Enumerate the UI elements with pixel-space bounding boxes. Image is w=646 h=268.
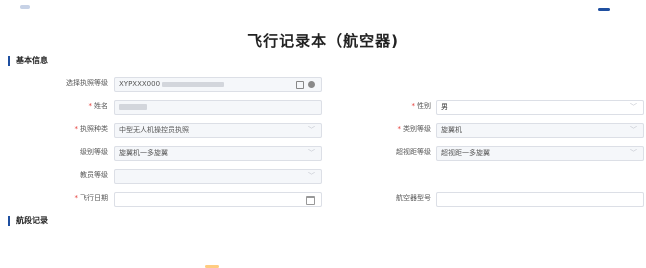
bvlos-level-select[interactable]: 超视距一多旋翼 ﹀ [436,146,644,161]
aircraft-model-input[interactable] [436,192,644,207]
class-level-select[interactable]: 旋翼机一多旋翼 ﹀ [114,146,322,161]
masked-name [119,104,147,110]
license-level-field[interactable]: XYPXXX000 [114,77,322,92]
section-flight-segment: 航段记录 [8,215,48,226]
gender-label: * 性别 [411,102,432,110]
bvlos-level-label: 超视距等级 [396,148,431,156]
section-title-basic-info: 基本信息 [16,56,48,65]
section-title-flight-segment: 航段记录 [16,216,48,225]
chevron-down-icon: ﹀ [630,103,637,111]
category-level-label: * 类别等级 [397,125,432,133]
license-type-label: * 执照种类 [74,125,109,133]
license-type-select[interactable]: 中型无人机操控员执照 ﹀ [114,123,322,138]
aircraft-model-label: 航空器型号 [396,194,431,202]
top-right-mark [598,8,610,11]
clear-icon[interactable] [308,81,315,88]
bvlos-level-value: 超视距一多旋翼 [441,149,490,157]
section-bar [8,215,10,226]
required-mark: * [74,125,79,133]
name-label: * 姓名 [88,102,109,110]
required-mark: * [88,102,93,110]
class-level-value: 旋翼机一多旋翼 [119,149,168,157]
flight-date-picker[interactable] [114,192,322,207]
gender-select[interactable]: 男 ﹀ [436,100,644,115]
license-level-label: 选择执照等级 [66,79,108,87]
gender-value: 男 [441,103,448,111]
class-level-label: 级别等级 [80,148,108,156]
chevron-down-icon: ﹀ [630,126,637,134]
instructor-level-select[interactable]: ﹀ [114,169,322,184]
category-level-select[interactable]: 旋翼机 ﹀ [436,123,644,138]
flight-date-label: * 飞行日期 [74,194,109,202]
name-field[interactable] [114,100,322,115]
license-type-value: 中型无人机操控员执照 [119,126,189,134]
top-left-mark [20,5,30,9]
masked-value [162,81,225,87]
required-mark: * [411,102,416,110]
edit-icon[interactable] [296,81,304,89]
calendar-icon[interactable] [306,196,315,205]
chevron-down-icon: ﹀ [308,126,315,134]
chevron-down-icon: ﹀ [308,149,315,157]
chevron-down-icon: ﹀ [630,149,637,157]
required-mark: * [74,194,79,202]
section-bar [8,55,10,66]
category-level-value: 旋翼机 [441,126,462,134]
page-title: 飞行记录本（航空器) [247,32,399,50]
chevron-down-icon: ﹀ [308,172,315,180]
instructor-level-label: 教员等级 [80,171,108,179]
license-level-value: XYPXXX000 [119,80,161,88]
required-mark: * [397,125,402,133]
section-basic-info: 基本信息 [8,55,48,66]
